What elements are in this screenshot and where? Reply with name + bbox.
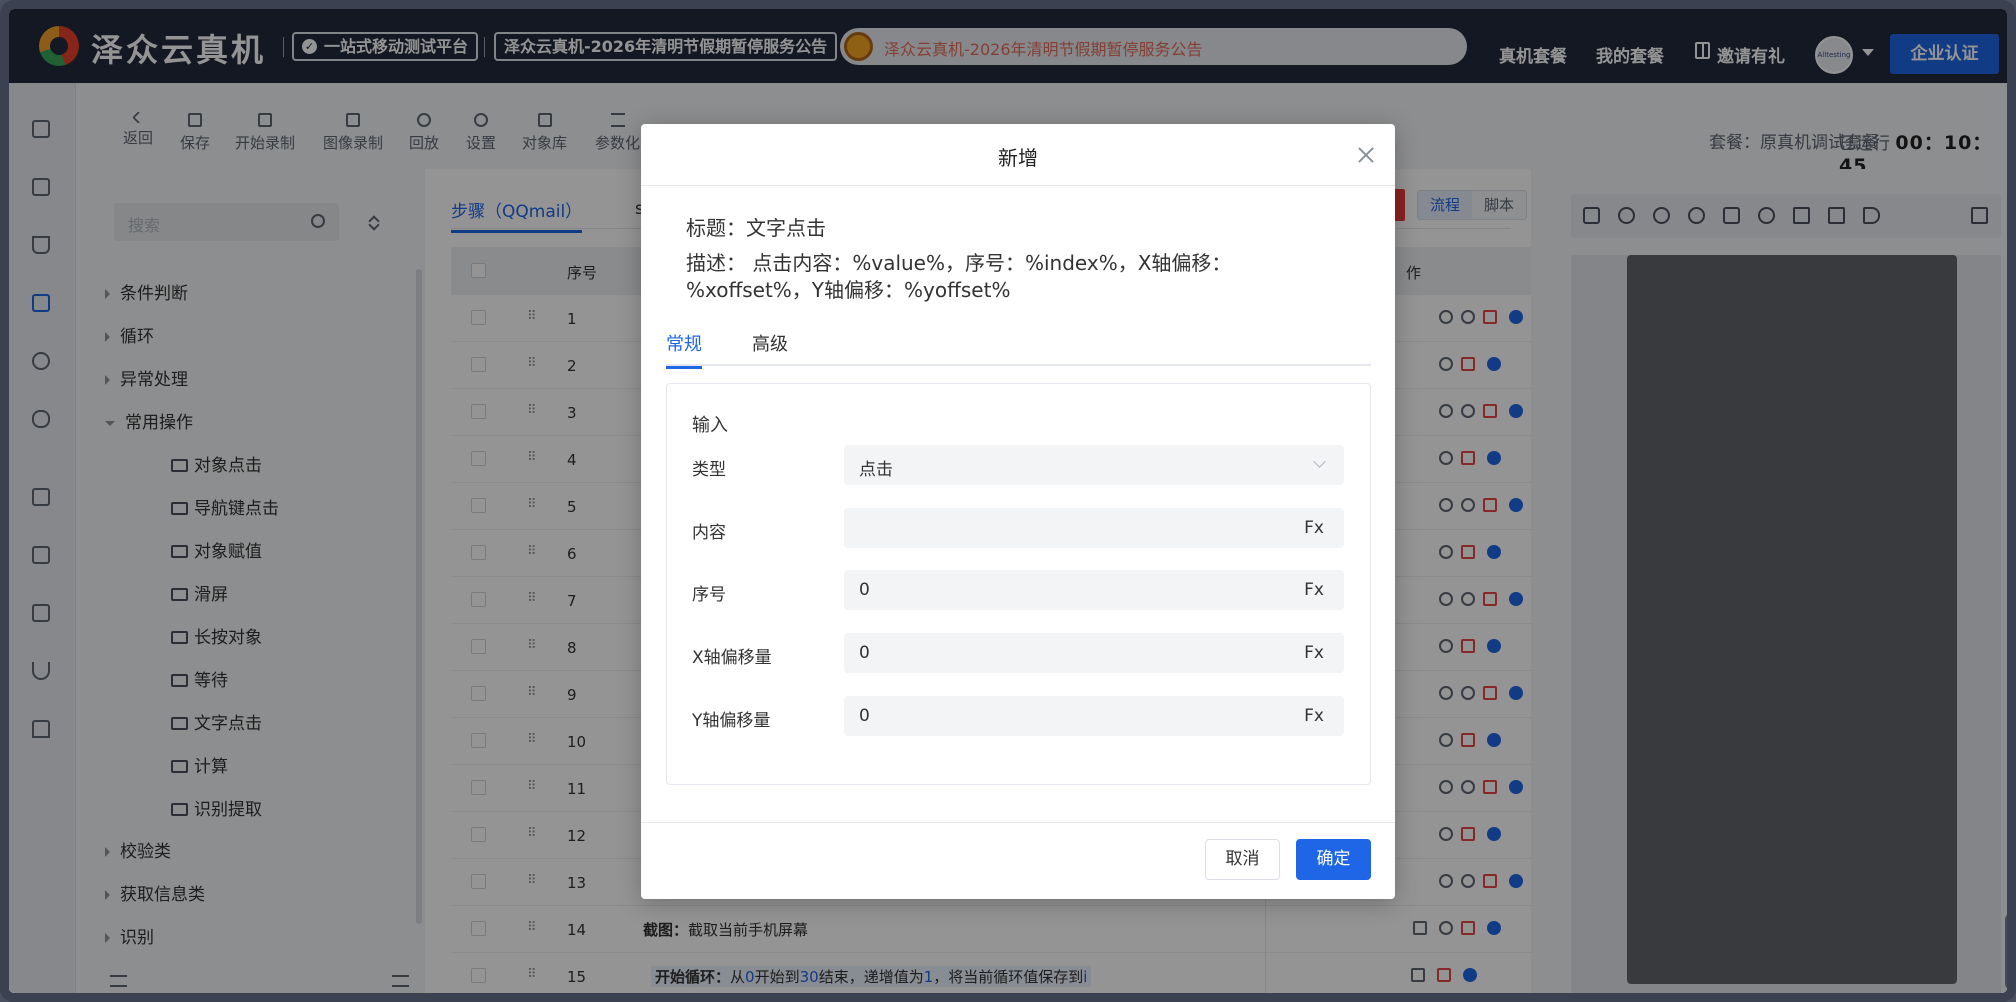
type-select[interactable]: 点击 xyxy=(844,445,1344,485)
y-offset-value: 0 xyxy=(859,706,870,726)
fx-button[interactable]: Fx xyxy=(1304,580,1324,600)
fx-button[interactable]: Fx xyxy=(1304,643,1324,663)
fx-button[interactable]: Fx xyxy=(1304,518,1324,538)
confirm-button[interactable]: 确定 xyxy=(1296,839,1371,880)
index-value: 0 xyxy=(859,580,870,600)
step-description: 描述： 点击内容：%value%，序号：%index%，X轴偏移：%xoffse… xyxy=(686,251,1232,302)
fx-button[interactable]: Fx xyxy=(1304,706,1324,726)
dialog-title: 新增 xyxy=(998,146,1038,170)
app-window: 泽众云真机 ✓ 一站式移动测试平台 泽众云真机-2026年清明节假期暂停服务公告… xyxy=(0,0,2016,1002)
add-step-dialog: 新增 标题：文字点击 描述： 点击内容：%value%，序号：%index%，X… xyxy=(641,124,1395,899)
dialog-header: 新增 xyxy=(641,124,1395,186)
type-value: 点击 xyxy=(859,460,893,480)
index-label: 序号 xyxy=(692,585,726,605)
tabs-divider xyxy=(666,364,1371,366)
close-icon[interactable] xyxy=(1357,146,1375,164)
step-title: 标题：文字点击 xyxy=(686,216,826,240)
tab-advanced[interactable]: 高级 xyxy=(752,330,788,356)
section-title: 输入 xyxy=(692,415,728,436)
x-offset-value: 0 xyxy=(859,643,870,663)
dialog-footer-divider xyxy=(641,822,1395,823)
type-label: 类型 xyxy=(692,460,726,480)
y-offset-label: Y轴偏移量 xyxy=(692,711,771,731)
x-offset-field[interactable]: 0 Fx xyxy=(844,633,1344,673)
y-offset-field[interactable]: 0 Fx xyxy=(844,696,1344,736)
index-field[interactable]: 0 Fx xyxy=(844,570,1344,610)
cancel-button[interactable]: 取消 xyxy=(1205,839,1280,880)
x-offset-label: X轴偏移量 xyxy=(692,648,772,668)
content-field[interactable]: Fx xyxy=(844,508,1344,548)
chevron-down-icon xyxy=(1313,455,1326,468)
content-label: 内容 xyxy=(692,523,726,543)
input-card: 输入 类型 点击 内容 Fx 序号 0 Fx X轴偏移量 0 Fx Y轴偏移量 xyxy=(666,383,1371,785)
